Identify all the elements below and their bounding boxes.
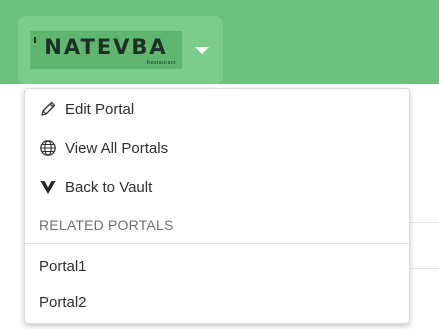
menu-item-edit-portal[interactable]: Edit Portal: [25, 91, 409, 127]
header-bar: NATEVBA Restaurant: [0, 0, 439, 84]
menu-item-label: View All Portals: [65, 139, 169, 157]
menu-divider: [25, 243, 409, 244]
background-divider: [410, 222, 439, 223]
menu-item-label: Edit Portal: [65, 100, 135, 118]
vault-logo-icon: [39, 178, 57, 196]
logo-subtext: Restaurant: [146, 60, 176, 66]
related-portals-header: RELATED PORTALS: [39, 217, 174, 233]
logo-tick: [34, 37, 36, 43]
related-portal-item[interactable]: Portal2: [25, 284, 409, 320]
chevron-down-icon[interactable]: [195, 46, 209, 54]
related-portal-item[interactable]: Portal1: [25, 248, 409, 284]
portal-switcher-button[interactable]: NATEVBA Restaurant: [18, 16, 223, 84]
related-portal-label: Portal2: [39, 293, 87, 311]
related-portal-label: Portal1: [39, 257, 87, 275]
page: NATEVBA Restaurant Edit Portal View All …: [0, 0, 439, 329]
menu-item-back-to-vault[interactable]: Back to Vault: [25, 169, 409, 205]
portal-logo: NATEVBA Restaurant: [30, 31, 182, 69]
pencil-icon: [39, 100, 57, 118]
portal-dropdown-menu: Edit Portal View All Portals Back to Vau…: [24, 88, 410, 324]
logo-text: NATEVBA: [44, 35, 168, 59]
background-divider: [410, 268, 439, 269]
menu-item-view-all-portals[interactable]: View All Portals: [25, 130, 409, 166]
globe-icon: [39, 139, 57, 157]
menu-item-label: Back to Vault: [65, 178, 153, 196]
